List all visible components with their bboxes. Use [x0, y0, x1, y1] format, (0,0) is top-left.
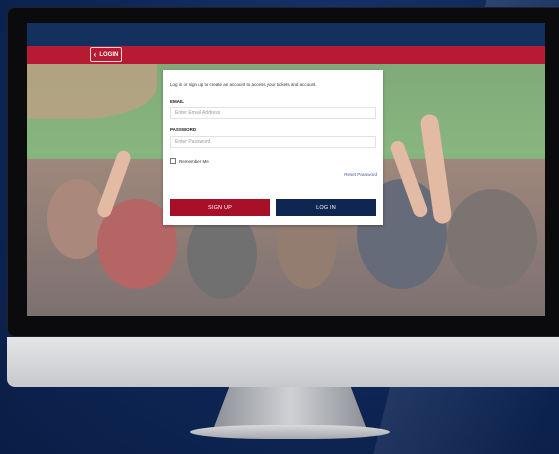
email-label: EMAIL [170, 99, 184, 104]
back-button[interactable]: ‹ LOGIN [90, 47, 122, 62]
monitor-screen: ‹ LOGIN Log in or sign up to create an a… [27, 23, 545, 316]
email-field[interactable] [170, 107, 376, 119]
remember-me[interactable]: Remember Me [170, 158, 209, 164]
password-label: PASSWORD [170, 127, 197, 132]
chevron-left-icon: ‹ [93, 49, 97, 59]
monitor-stand [214, 387, 366, 427]
back-label: LOGIN [99, 51, 119, 58]
password-field[interactable] [170, 136, 376, 148]
monitor-chin [7, 337, 559, 387]
login-intro: Log in or sign up to create an account t… [170, 82, 317, 87]
top-band [27, 23, 545, 46]
reset-password-link[interactable]: Reset Password [344, 172, 377, 177]
navbar: ‹ LOGIN [27, 46, 545, 64]
log-in-button[interactable]: LOG IN [276, 199, 376, 216]
remember-checkbox[interactable] [170, 158, 176, 164]
monitor-base [190, 425, 390, 439]
remember-label: Remember Me [179, 158, 209, 164]
sign-up-button[interactable]: SIGN UP [170, 199, 270, 216]
login-card: Log in or sign up to create an account t… [163, 70, 383, 225]
